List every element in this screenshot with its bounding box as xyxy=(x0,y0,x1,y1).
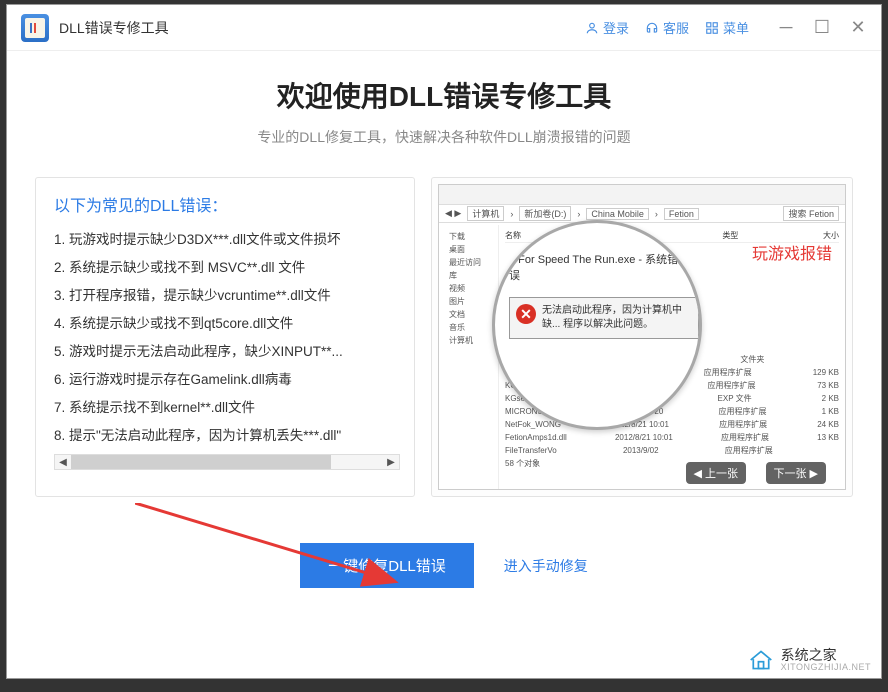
user-icon xyxy=(585,21,599,35)
prev-image-button[interactable]: ◀ 上一张 xyxy=(686,462,746,484)
dialog-title: d For Speed The Run.exe - 系统错误 xyxy=(509,251,689,283)
scroll-thumb[interactable] xyxy=(71,455,331,469)
list-item: 玩游戏时提示缺少D3DX***.dll文件或文件损坏 xyxy=(54,226,400,254)
list-item: 系统提示缺少或找不到 MSVC**.dll 文件 xyxy=(54,254,400,282)
manual-repair-link[interactable]: 进入手动修复 xyxy=(504,556,588,576)
list-item: 系统提示缺少或找不到qt5core.dll文件 xyxy=(54,310,400,338)
app-icon xyxy=(21,14,49,42)
list-item: 运行游戏时提示存在Gamelink.dll病毒 xyxy=(54,366,400,394)
grid-icon xyxy=(705,21,719,35)
maximize-button[interactable]: ☐ xyxy=(809,15,835,41)
repair-button[interactable]: 一键修复DLL错误 xyxy=(300,543,474,588)
list-item: 提示"无法启动此程序，因为计算机丢失***.dll" xyxy=(54,422,400,450)
headset-icon xyxy=(645,21,659,35)
list-item: 系统提示找不到kernel**.dll文件 xyxy=(54,394,400,422)
login-link[interactable]: 登录 xyxy=(585,18,629,37)
welcome-subtitle: 专业的DLL修复工具，快速解决各种软件DLL崩溃报错的问题 xyxy=(35,127,853,147)
next-image-button[interactable]: 下一张 ▶ xyxy=(766,462,826,484)
error-dialog: ✕ 无法启动此程序，因为计算机中缺... 程序以解决此问题。 xyxy=(509,297,699,339)
house-icon xyxy=(747,648,775,672)
magnifier: d For Speed The Run.exe - 系统错误 ✕ 无法启动此程序… xyxy=(492,220,702,430)
error-icon: ✕ xyxy=(516,304,536,324)
errors-panel: 以下为常见的DLL错误： 玩游戏时提示缺少D3DX***.dll文件或文件损坏 … xyxy=(35,177,415,497)
error-label: 玩游戏报错 xyxy=(752,240,832,264)
watermark: 系统之家 XITONGZHIJIA.NET xyxy=(747,648,871,672)
errors-title: 以下为常见的DLL错误： xyxy=(54,192,400,216)
scroll-left-icon[interactable]: ◀ xyxy=(55,457,71,468)
close-button[interactable]: ✕ xyxy=(845,15,871,41)
error-list: 玩游戏时提示缺少D3DX***.dll文件或文件损坏 系统提示缺少或找不到 MS… xyxy=(54,226,400,450)
welcome-title: 欢迎使用DLL错误专修工具 xyxy=(35,75,853,115)
list-item: 打开程序报错，提示缺少vcruntime**.dll文件 xyxy=(54,282,400,310)
preview-panel: ◀ ▶ 计算机› 新加卷(D:)› China Mobile› Fetion 搜… xyxy=(431,177,853,497)
scroll-right-icon[interactable]: ▶ xyxy=(383,457,399,468)
support-link[interactable]: 客服 xyxy=(645,18,689,37)
menu-link[interactable]: 菜单 xyxy=(705,18,749,37)
titlebar: DLL错误专修工具 登录 客服 菜单 ─ ☐ ✕ xyxy=(7,5,881,51)
error-text: 无法启动此程序，因为计算机中缺... 程序以解决此问题。 xyxy=(542,304,692,332)
app-title: DLL错误专修工具 xyxy=(59,18,585,38)
list-item: 游戏时提示无法启动此程序，缺少XINPUT**... xyxy=(54,338,400,366)
horizontal-scrollbar[interactable]: ◀ ▶ xyxy=(54,454,400,470)
minimize-button[interactable]: ─ xyxy=(773,15,799,41)
